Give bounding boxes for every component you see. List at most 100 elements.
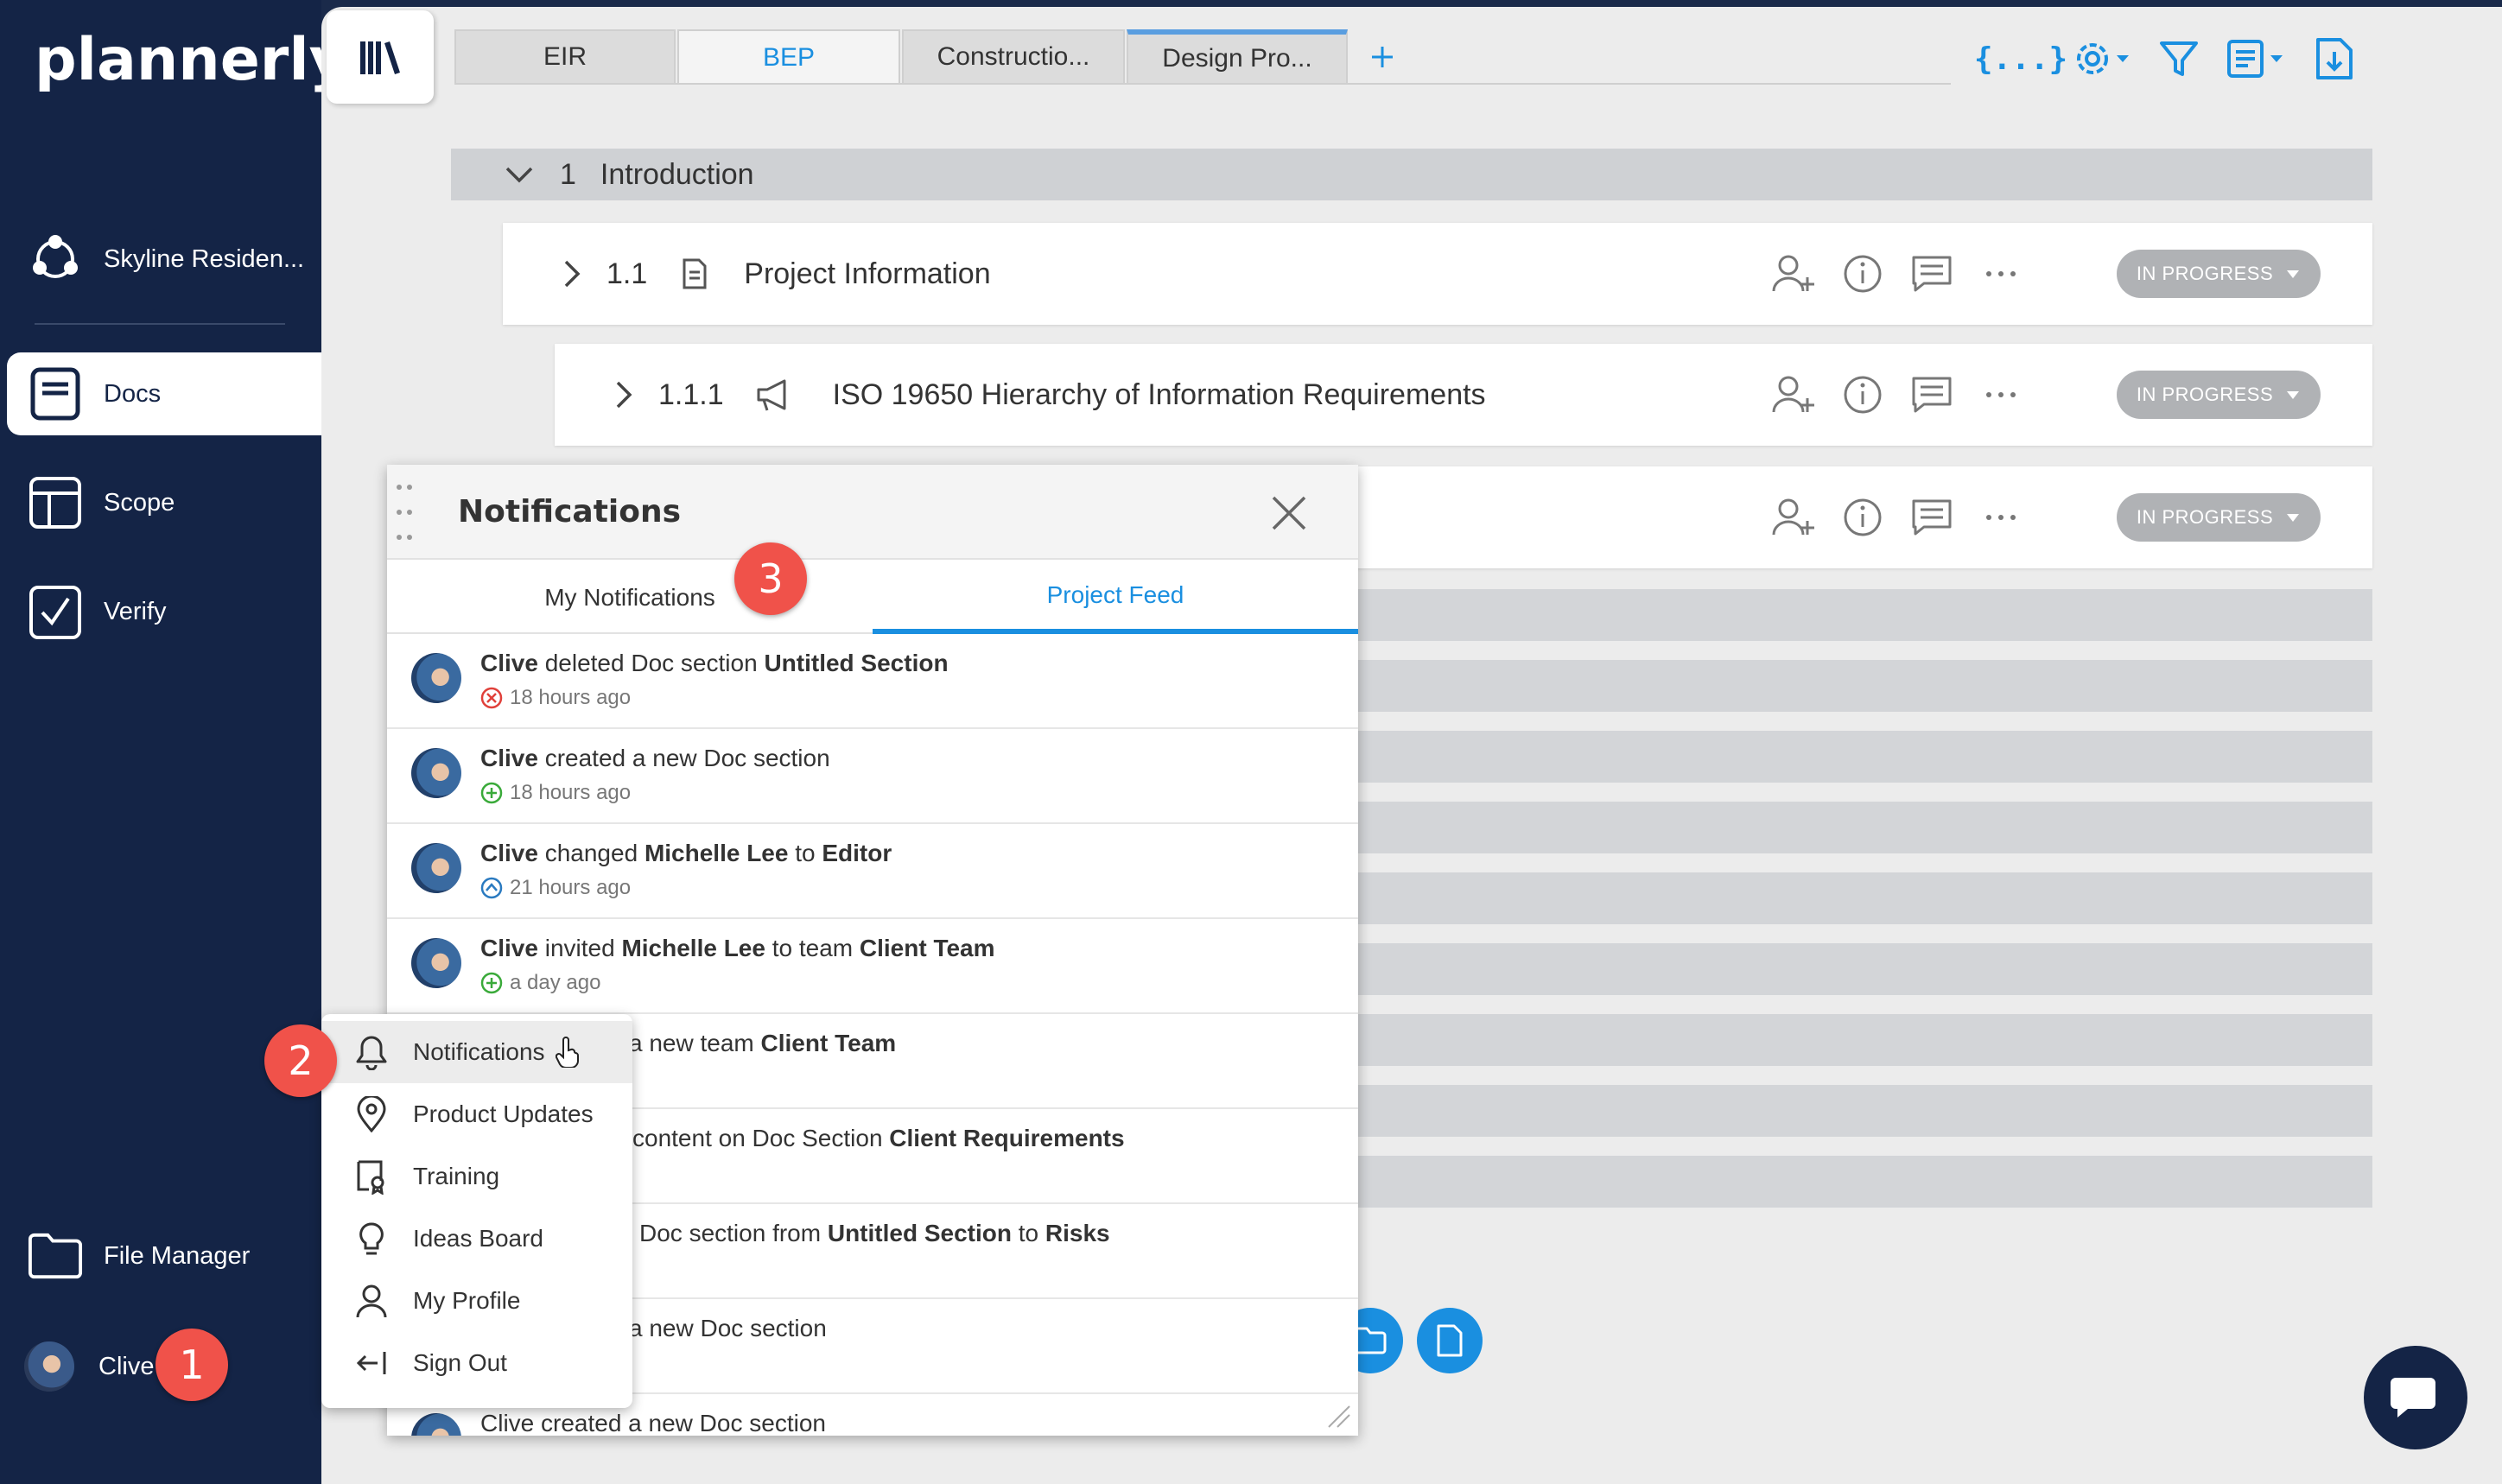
info-icon[interactable] bbox=[1837, 491, 1889, 543]
caret-down-icon bbox=[2285, 512, 2301, 523]
collapsed-section-bar[interactable] bbox=[1324, 589, 2372, 641]
docs-icon bbox=[28, 366, 83, 422]
chat-button[interactable] bbox=[2364, 1346, 2467, 1449]
filter-button[interactable] bbox=[2153, 33, 2205, 85]
tab-eir[interactable]: EIR bbox=[454, 29, 676, 85]
avatar bbox=[411, 748, 461, 798]
sidebar-item-label: File Manager bbox=[104, 1241, 251, 1270]
project-name: Skyline Residen... bbox=[104, 244, 305, 273]
collapsed-section-bar[interactable] bbox=[1324, 943, 2372, 995]
status-label: IN PROGRESS bbox=[2136, 263, 2274, 284]
status-dropdown[interactable]: IN PROGRESS bbox=[2117, 493, 2321, 542]
gear-icon bbox=[2072, 38, 2134, 79]
add-tab-button[interactable] bbox=[1355, 29, 1410, 85]
section-title: Introduction bbox=[600, 157, 754, 191]
resize-grip-icon[interactable] bbox=[1325, 1403, 1351, 1429]
tab-bep[interactable]: BEP bbox=[677, 29, 900, 85]
sidebar-item-scope[interactable]: Scope bbox=[0, 461, 321, 544]
notification-text: a new team Client Team bbox=[629, 1030, 897, 1056]
section-iso-19650[interactable]: 1.1.1 ISO 19650 Hierarchy of Information… bbox=[555, 344, 2372, 446]
plus-icon bbox=[1369, 44, 1395, 70]
chevron-right-icon[interactable] bbox=[615, 380, 632, 409]
menu-item-my-profile[interactable]: My Profile bbox=[321, 1270, 632, 1332]
drag-handle-icon[interactable] bbox=[394, 480, 415, 544]
export-button[interactable] bbox=[2308, 33, 2360, 85]
avatar bbox=[411, 1413, 461, 1436]
collapsed-section-bar[interactable] bbox=[1324, 1156, 2372, 1208]
user-avatar bbox=[24, 1341, 74, 1392]
collapsed-section-bar[interactable] bbox=[1324, 1014, 2372, 1066]
add-document-button[interactable] bbox=[1417, 1308, 1483, 1373]
list-item[interactable]: Clive changed Michelle Lee to Editor 21 … bbox=[387, 824, 1358, 919]
chevron-down-icon[interactable] bbox=[505, 166, 534, 183]
scope-icon bbox=[28, 475, 83, 530]
menu-item-training[interactable]: Training bbox=[321, 1145, 632, 1208]
tab-project-feed[interactable]: Project Feed bbox=[873, 561, 1358, 634]
close-icon[interactable] bbox=[1267, 491, 1311, 536]
tab-design[interactable]: Design Pro... bbox=[1127, 29, 1348, 85]
delete-circle-icon bbox=[480, 687, 510, 709]
variables-button[interactable]: {...} bbox=[1974, 33, 2067, 85]
section-number: 1 bbox=[560, 157, 576, 191]
more-options-icon[interactable] bbox=[1975, 369, 2027, 421]
section-title: ISO 19650 Hierarchy of Information Requi… bbox=[832, 377, 1486, 411]
add-user-icon[interactable] bbox=[1768, 248, 1819, 300]
row-actions: IN PROGRESS bbox=[1768, 344, 2372, 446]
status-dropdown[interactable]: IN PROGRESS bbox=[2117, 250, 2321, 298]
tab-construction[interactable]: Constructio... bbox=[902, 29, 1125, 85]
more-options-icon[interactable] bbox=[1975, 248, 2027, 300]
notification-text: Clive deleted Doc section Untitled Secti… bbox=[480, 650, 949, 676]
sidebar-item-docs[interactable]: Docs bbox=[7, 352, 321, 435]
sidebar-item-verify[interactable]: Verify bbox=[0, 570, 321, 653]
library-button[interactable] bbox=[327, 10, 434, 104]
status-dropdown[interactable]: IN PROGRESS bbox=[2117, 371, 2321, 419]
collapsed-section-bar[interactable] bbox=[1324, 731, 2372, 783]
sign-out-icon bbox=[352, 1344, 391, 1382]
collapsed-section-bar[interactable] bbox=[1324, 802, 2372, 853]
section-number: 1.1.1 bbox=[658, 377, 724, 411]
collapsed-section-bar[interactable] bbox=[1324, 1085, 2372, 1137]
section-introduction[interactable]: 1 Introduction bbox=[451, 149, 2372, 200]
list-item[interactable]: Clive created a new Doc section 18 hours… bbox=[387, 729, 1358, 824]
document-icon bbox=[682, 257, 708, 290]
user-menu: Notifications Product Updates Training I… bbox=[321, 1014, 632, 1408]
caret-down-icon bbox=[2285, 390, 2301, 400]
project-selector[interactable]: Skyline Residen... bbox=[0, 216, 321, 302]
row-actions: IN PROGRESS bbox=[1768, 466, 2372, 568]
training-certificate-icon bbox=[352, 1157, 391, 1195]
menu-item-sign-out[interactable]: Sign Out bbox=[321, 1332, 632, 1394]
row-actions: IN PROGRESS bbox=[1768, 223, 2372, 325]
sidebar-item-label: Scope bbox=[104, 488, 175, 517]
collapsed-section-bar[interactable] bbox=[1324, 660, 2372, 712]
more-options-icon[interactable] bbox=[1975, 491, 2027, 543]
comment-icon[interactable] bbox=[1906, 491, 1958, 543]
menu-item-label: My Profile bbox=[413, 1287, 521, 1314]
list-options-button[interactable] bbox=[2222, 33, 2291, 85]
menu-item-notifications[interactable]: Notifications bbox=[321, 1021, 632, 1083]
download-doc-icon bbox=[2315, 36, 2354, 81]
add-user-icon[interactable] bbox=[1768, 369, 1819, 421]
status-label: IN PROGRESS bbox=[2136, 384, 2274, 405]
add-circle-icon bbox=[480, 972, 510, 994]
add-user-icon[interactable] bbox=[1768, 491, 1819, 543]
list-item[interactable]: Clive deleted Doc section Untitled Secti… bbox=[387, 634, 1358, 729]
comment-icon[interactable] bbox=[1906, 248, 1958, 300]
user-name: Clive bbox=[98, 1352, 155, 1380]
chevron-right-icon[interactable] bbox=[563, 259, 581, 289]
comment-icon[interactable] bbox=[1906, 369, 1958, 421]
section-project-information[interactable]: 1.1 Project Information IN PROGRESS bbox=[503, 223, 2372, 325]
notification-text: Clive created a new Doc section bbox=[480, 1410, 826, 1436]
list-item[interactable]: Clive invited Michelle Lee to team Clien… bbox=[387, 919, 1358, 1014]
notifications-title: Notifications bbox=[458, 494, 682, 530]
settings-button[interactable] bbox=[2068, 33, 2137, 85]
menu-item-product-updates[interactable]: Product Updates bbox=[321, 1083, 632, 1145]
plannerly-logo[interactable]: plannerly bbox=[35, 26, 347, 94]
sidebar-item-file-manager[interactable]: File Manager bbox=[0, 1214, 321, 1297]
menu-item-ideas-board[interactable]: Ideas Board bbox=[321, 1208, 632, 1270]
notification-text: Clive invited Michelle Lee to team Clien… bbox=[480, 935, 995, 961]
collapsed-section-bar[interactable] bbox=[1324, 872, 2372, 924]
sidebar-item-label: Verify bbox=[104, 597, 167, 625]
info-icon[interactable] bbox=[1837, 248, 1889, 300]
info-icon[interactable] bbox=[1837, 369, 1889, 421]
notification-time: 21 hours ago bbox=[480, 876, 631, 900]
